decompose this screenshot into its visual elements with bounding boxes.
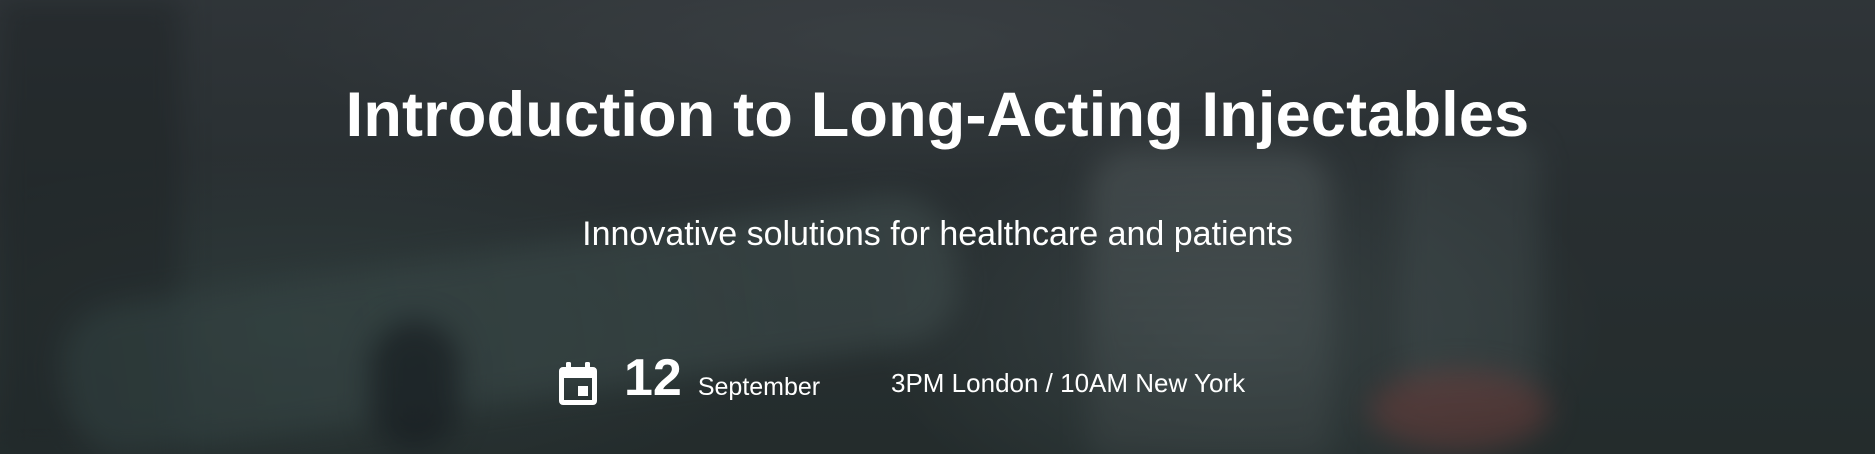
event-time: 3PM London / 10AM New York: [891, 368, 1246, 398]
page-subtitle: Innovative solutions for healthcare and …: [582, 215, 1293, 253]
calendar-icon: [558, 362, 598, 406]
event-date: 12 September: [558, 352, 820, 412]
hero-content: Introduction to Long-Acting Injectables …: [0, 0, 1875, 454]
event-month: September: [697, 373, 821, 401]
hero-banner: Introduction to Long-Acting Injectables …: [0, 0, 1875, 454]
event-day: 12: [624, 349, 682, 407]
page-title: Introduction to Long-Acting Injectables: [345, 80, 1530, 150]
